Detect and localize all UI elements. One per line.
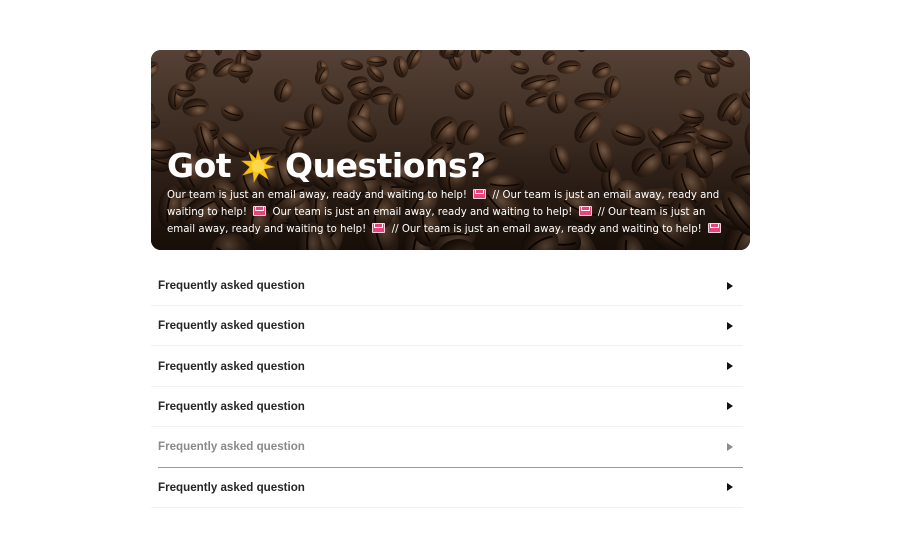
title-questions: Questions? <box>285 146 486 185</box>
faq-item[interactable]: Frequently asked question <box>151 266 743 306</box>
faq-item[interactable]: Frequently asked question <box>151 306 743 347</box>
faq-question[interactable]: Frequently asked question <box>158 400 305 413</box>
caret-right-icon[interactable] <box>727 402 733 411</box>
faq-question[interactable]: Frequently asked question <box>158 319 305 332</box>
love-letter-icon <box>372 223 386 233</box>
caret-right-icon[interactable] <box>727 483 733 492</box>
love-letter-icon <box>578 206 592 216</box>
faq-question[interactable]: Frequently asked question <box>158 481 305 494</box>
faq-item[interactable]: Frequently asked question <box>151 346 743 387</box>
caret-right-icon[interactable] <box>727 362 733 371</box>
love-letter-icon <box>253 206 267 216</box>
title-got: Got <box>167 146 232 185</box>
caret-right-icon[interactable] <box>727 442 733 451</box>
hero-text-segment: // Our team is just an email away, ready… <box>388 224 706 235</box>
faq-list: Frequently asked question Frequently ask… <box>151 266 743 508</box>
faq-question[interactable]: Frequently asked question <box>158 440 305 453</box>
caret-right-icon[interactable] <box>727 321 733 330</box>
love-letter-icon <box>473 189 487 199</box>
faq-question[interactable]: Frequently asked question <box>158 360 305 373</box>
love-letter-icon <box>708 223 722 233</box>
hero-text-segment: Our team is just an email away, ready an… <box>269 207 576 218</box>
hero-text-segment: Our team is just an email away, ready an… <box>167 190 471 201</box>
faq-hero-banner: Got Questions? Our team is just an email… <box>151 50 750 250</box>
faq-item-hovered[interactable]: Frequently asked question <box>158 427 743 468</box>
faq-item[interactable]: Frequently asked question <box>151 468 743 508</box>
caret-right-icon[interactable] <box>727 281 733 290</box>
faq-item[interactable]: Frequently asked question <box>151 387 743 428</box>
page-title: Got Questions? <box>167 146 486 185</box>
faq-question[interactable]: Frequently asked question <box>158 279 305 292</box>
hero-description: Our team is just an email away, ready an… <box>167 187 732 238</box>
sparkle-sun-icon <box>241 148 276 183</box>
